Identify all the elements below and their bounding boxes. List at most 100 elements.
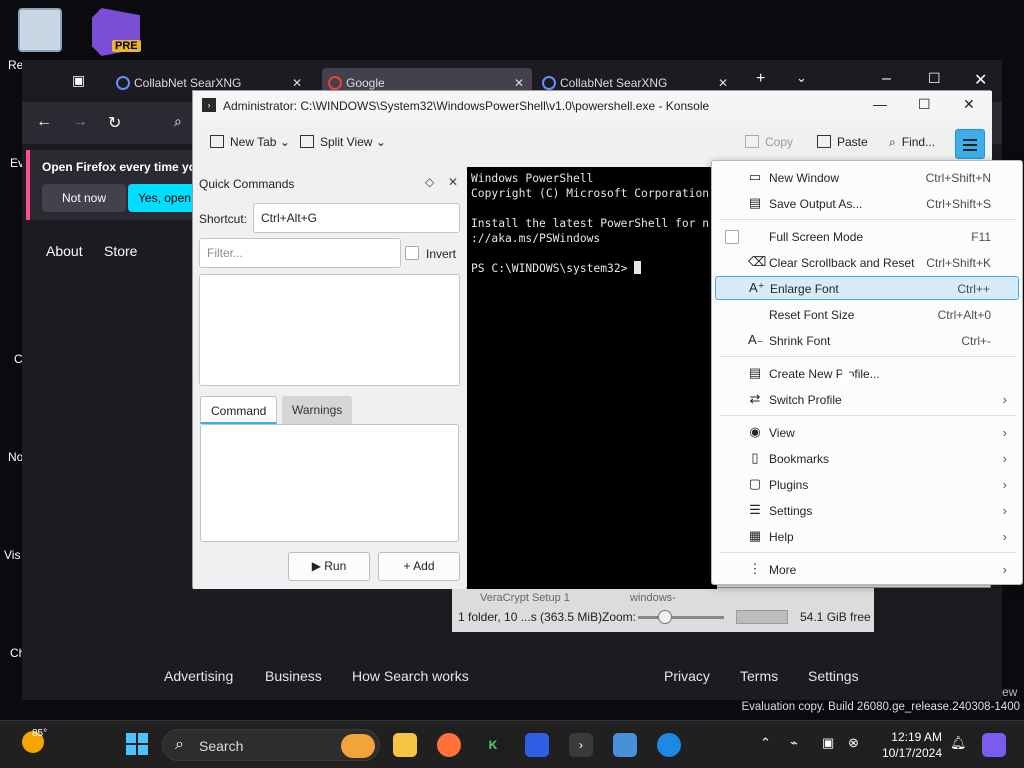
- reload-icon[interactable]: ↻: [108, 113, 121, 133]
- run-button[interactable]: ▶ Run: [288, 552, 370, 581]
- menu-item-shrink-font[interactable]: A₋ Shrink Font Ctrl+-: [715, 329, 1019, 353]
- menu-item-switch-profile[interactable]: ⇄ Switch Profile ›: [715, 388, 1019, 412]
- search-icon[interactable]: ⌕: [174, 113, 182, 130]
- notification-bell-icon[interactable]: 🔔︎: [950, 735, 967, 751]
- new-tab-button[interactable]: New Tab ⌄: [210, 135, 290, 149]
- search-icon: ⌕: [175, 736, 184, 753]
- advertising-link[interactable]: Advertising: [164, 668, 233, 684]
- close-icon[interactable]: ✕: [963, 96, 975, 113]
- menu-item-reset-font-size[interactable]: Reset Font Size Ctrl+Alt+0: [715, 303, 1019, 327]
- tab-label: CollabNet SearXNG: [134, 76, 242, 90]
- full-screen-checkbox[interactable]: [725, 230, 739, 244]
- file-item[interactable]: windows-: [630, 592, 676, 604]
- add-button[interactable]: + Add: [378, 552, 460, 581]
- filter-input[interactable]: Filter...: [199, 238, 401, 268]
- close-icon[interactable]: ✕: [974, 70, 987, 90]
- konsole-app-icon: ›: [202, 98, 216, 112]
- menu-item-plugins[interactable]: ▢ Plugins ›: [715, 473, 1019, 497]
- terminal-view[interactable]: Windows PowerShell Copyright (C) Microso…: [467, 167, 717, 589]
- terms-link[interactable]: Terms: [740, 668, 778, 684]
- window-title: Administrator: C:\WINDOWS\System32\Windo…: [223, 99, 710, 113]
- business-link[interactable]: Business: [265, 668, 322, 684]
- menu-item-help[interactable]: ▦ Help ›: [715, 525, 1019, 549]
- menu-item-new-window[interactable]: ▭ New Window Ctrl+Shift+N: [715, 166, 1019, 190]
- shortcut-input[interactable]: Ctrl+Alt+G: [253, 203, 460, 233]
- recycle-bin-icon[interactable]: [18, 8, 62, 52]
- close-panel-icon[interactable]: ✕: [448, 175, 458, 189]
- network-icon[interactable]: ⌁: [790, 735, 798, 751]
- tab-command[interactable]: Command: [200, 396, 278, 424]
- taskbar-search[interactable]: ⌕ Search: [162, 729, 380, 761]
- command-editor[interactable]: [200, 424, 459, 542]
- zoom-slider[interactable]: [638, 616, 724, 619]
- maximize-icon[interactable]: ☐: [918, 96, 931, 113]
- minimize-icon[interactable]: –: [882, 70, 891, 88]
- menu-item-label: Full Screen Mode: [769, 230, 864, 244]
- menu-item-label: Save Output As...: [769, 197, 863, 211]
- zoom-slider-handle[interactable]: [658, 610, 672, 624]
- back-icon[interactable]: ←: [36, 113, 52, 131]
- file-manager-status-bar: VeraCrypt Setup 1 windows- 1 folder, 10 …: [452, 588, 874, 632]
- menu-item-save-output[interactable]: ▤ Save Output As... Ctrl+Shift+S: [715, 192, 1019, 216]
- store-link[interactable]: Store: [104, 243, 137, 259]
- float-panel-icon[interactable]: ◇: [425, 175, 434, 189]
- zoom-label: Zoom:: [602, 610, 637, 624]
- menu-item-settings[interactable]: ☰ Settings ›: [715, 499, 1019, 523]
- display-icon[interactable]: ▣: [822, 735, 834, 751]
- minimize-icon[interactable]: —: [873, 96, 887, 112]
- help-icon: ▦: [748, 528, 762, 543]
- konsole-icon[interactable]: ›: [569, 733, 593, 757]
- malwarebytes-icon[interactable]: [525, 733, 549, 757]
- konsole-title-bar[interactable]: › Administrator: C:\WINDOWS\System32\Win…: [193, 91, 992, 121]
- menu-item-bookmarks[interactable]: ▯ Bookmarks ›: [715, 447, 1019, 471]
- about-link[interactable]: About: [46, 243, 83, 259]
- date: 10/17/2024: [881, 746, 942, 760]
- settings-link[interactable]: Settings: [808, 668, 859, 684]
- maximize-icon[interactable]: ☐: [928, 70, 941, 87]
- menu-item-full-screen[interactable]: Full Screen Mode F11: [715, 225, 1019, 249]
- list-tabs-icon[interactable]: ⌄: [796, 70, 807, 86]
- new-tab-icon[interactable]: +: [756, 70, 765, 88]
- commands-list[interactable]: [199, 274, 460, 386]
- network-app-icon[interactable]: [657, 733, 681, 757]
- search-label: Search: [199, 738, 244, 754]
- split-view-button[interactable]: Split View ⌄: [300, 135, 386, 149]
- panel-title: Quick Commands: [199, 177, 295, 191]
- menu-item-clear-scrollback[interactable]: ⌫ Clear Scrollback and Reset Ctrl+Shift+…: [715, 251, 1019, 275]
- menu-item-label: Clear Scrollback and Reset: [769, 256, 915, 270]
- copy-button[interactable]: Copy: [745, 135, 793, 149]
- firefox-icon[interactable]: [437, 733, 461, 757]
- invert-checkbox[interactable]: [405, 246, 419, 260]
- tab-warnings[interactable]: Warnings: [282, 396, 353, 424]
- hamburger-menu-button[interactable]: [955, 129, 985, 159]
- desktop-label[interactable]: Vis: [4, 548, 20, 562]
- privacy-link[interactable]: Privacy: [664, 668, 710, 684]
- file-item[interactable]: VeraCrypt Setup 1: [480, 592, 570, 604]
- forward-icon[interactable]: →: [72, 113, 88, 131]
- copilot-icon[interactable]: [982, 733, 1006, 757]
- volume-icon[interactable]: ⊗: [848, 735, 859, 751]
- paste-button[interactable]: Paste: [817, 135, 868, 149]
- tray-overflow-icon[interactable]: ⌃: [760, 735, 771, 751]
- menu-item-view[interactable]: ◉ View ›: [715, 421, 1019, 445]
- file-explorer-icon[interactable]: [393, 733, 417, 757]
- evaluation-watermark: Evaluation copy. Build 26080.ge_release.…: [741, 701, 1020, 713]
- menu-separator: [720, 552, 1016, 553]
- time: 12:19 AM: [891, 730, 942, 744]
- copy-label: Copy: [765, 135, 794, 149]
- menu-item-label: Reset Font Size: [769, 308, 855, 322]
- not-now-button[interactable]: Not now: [42, 184, 126, 212]
- menu-item-create-profile[interactable]: ▤ Create New Profile...: [715, 362, 1019, 386]
- vs-code-icon[interactable]: K: [481, 733, 505, 757]
- quick-commands-panel: Quick Commands ◇ ✕ Shortcut: Ctrl+Alt+G …: [193, 167, 466, 589]
- menu-item-enlarge-font[interactable]: A⁺ Enlarge Font Ctrl++: [715, 276, 1019, 300]
- tab-overview-icon[interactable]: ▣: [72, 72, 85, 89]
- dolphin-icon[interactable]: [613, 733, 637, 757]
- clock[interactable]: 12:19 AM 10/17/2024: [874, 729, 942, 761]
- start-button[interactable]: [126, 733, 148, 755]
- find-button[interactable]: ⌕ Find...: [889, 135, 935, 150]
- menu-item-more[interactable]: ⋮ More ›: [715, 558, 1019, 582]
- how-search-works-link[interactable]: How Search works: [352, 668, 469, 684]
- menu-item-label: More: [769, 563, 797, 577]
- notice-title: Open Firefox every time yo: [42, 160, 197, 174]
